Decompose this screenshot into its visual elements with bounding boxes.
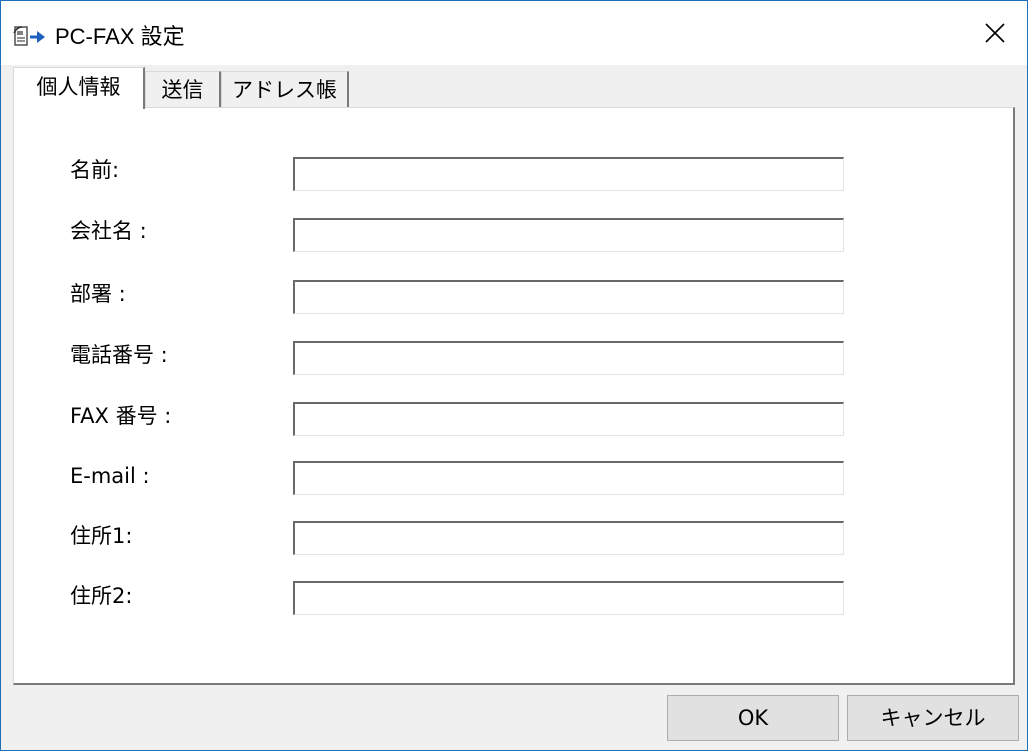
company-label: 会社名 :	[70, 219, 147, 243]
window-title: PC-FAX 設定	[55, 24, 185, 49]
address2-field[interactable]	[293, 581, 844, 615]
email-label: E-mail :	[70, 464, 150, 488]
close-button[interactable]	[963, 1, 1027, 65]
tab-label: 送信	[161, 78, 204, 102]
tab-send[interactable]: 送信	[145, 71, 221, 107]
department-label: 部署 :	[70, 282, 126, 306]
address1-field[interactable]	[293, 521, 844, 555]
tab-label: 個人情報	[36, 75, 121, 99]
cancel-button[interactable]: キャンセル	[847, 695, 1019, 741]
tab-personal-info[interactable]: 個人情報	[13, 67, 145, 109]
address2-label: 住所2:	[70, 584, 133, 608]
tab-label: アドレス帳	[232, 78, 337, 102]
pc-fax-settings-dialog: PC-FAX 設定 個人情報 送信 アドレス帳 名前: 会社名 : 部署 : 電…	[0, 0, 1028, 751]
title-bar: PC-FAX 設定	[1, 1, 1027, 65]
email-field[interactable]	[293, 461, 844, 495]
phone-label: 電話番号 :	[70, 343, 168, 367]
pc-fax-icon	[13, 25, 47, 49]
ok-button[interactable]: OK	[667, 695, 839, 741]
address1-label: 住所1:	[70, 524, 133, 548]
name-label: 名前:	[70, 158, 120, 182]
name-field[interactable]	[293, 157, 844, 191]
close-icon	[985, 23, 1005, 43]
phone-field[interactable]	[293, 341, 844, 375]
fax-number-label: FAX 番号 :	[70, 404, 172, 428]
personal-info-panel: 名前: 会社名 : 部署 : 電話番号 : FAX 番号 : E-mail : …	[13, 107, 1015, 685]
tab-address-book[interactable]: アドレス帳	[221, 71, 349, 107]
department-field[interactable]	[293, 280, 844, 314]
fax-number-field[interactable]	[293, 402, 844, 436]
company-field[interactable]	[293, 218, 844, 252]
